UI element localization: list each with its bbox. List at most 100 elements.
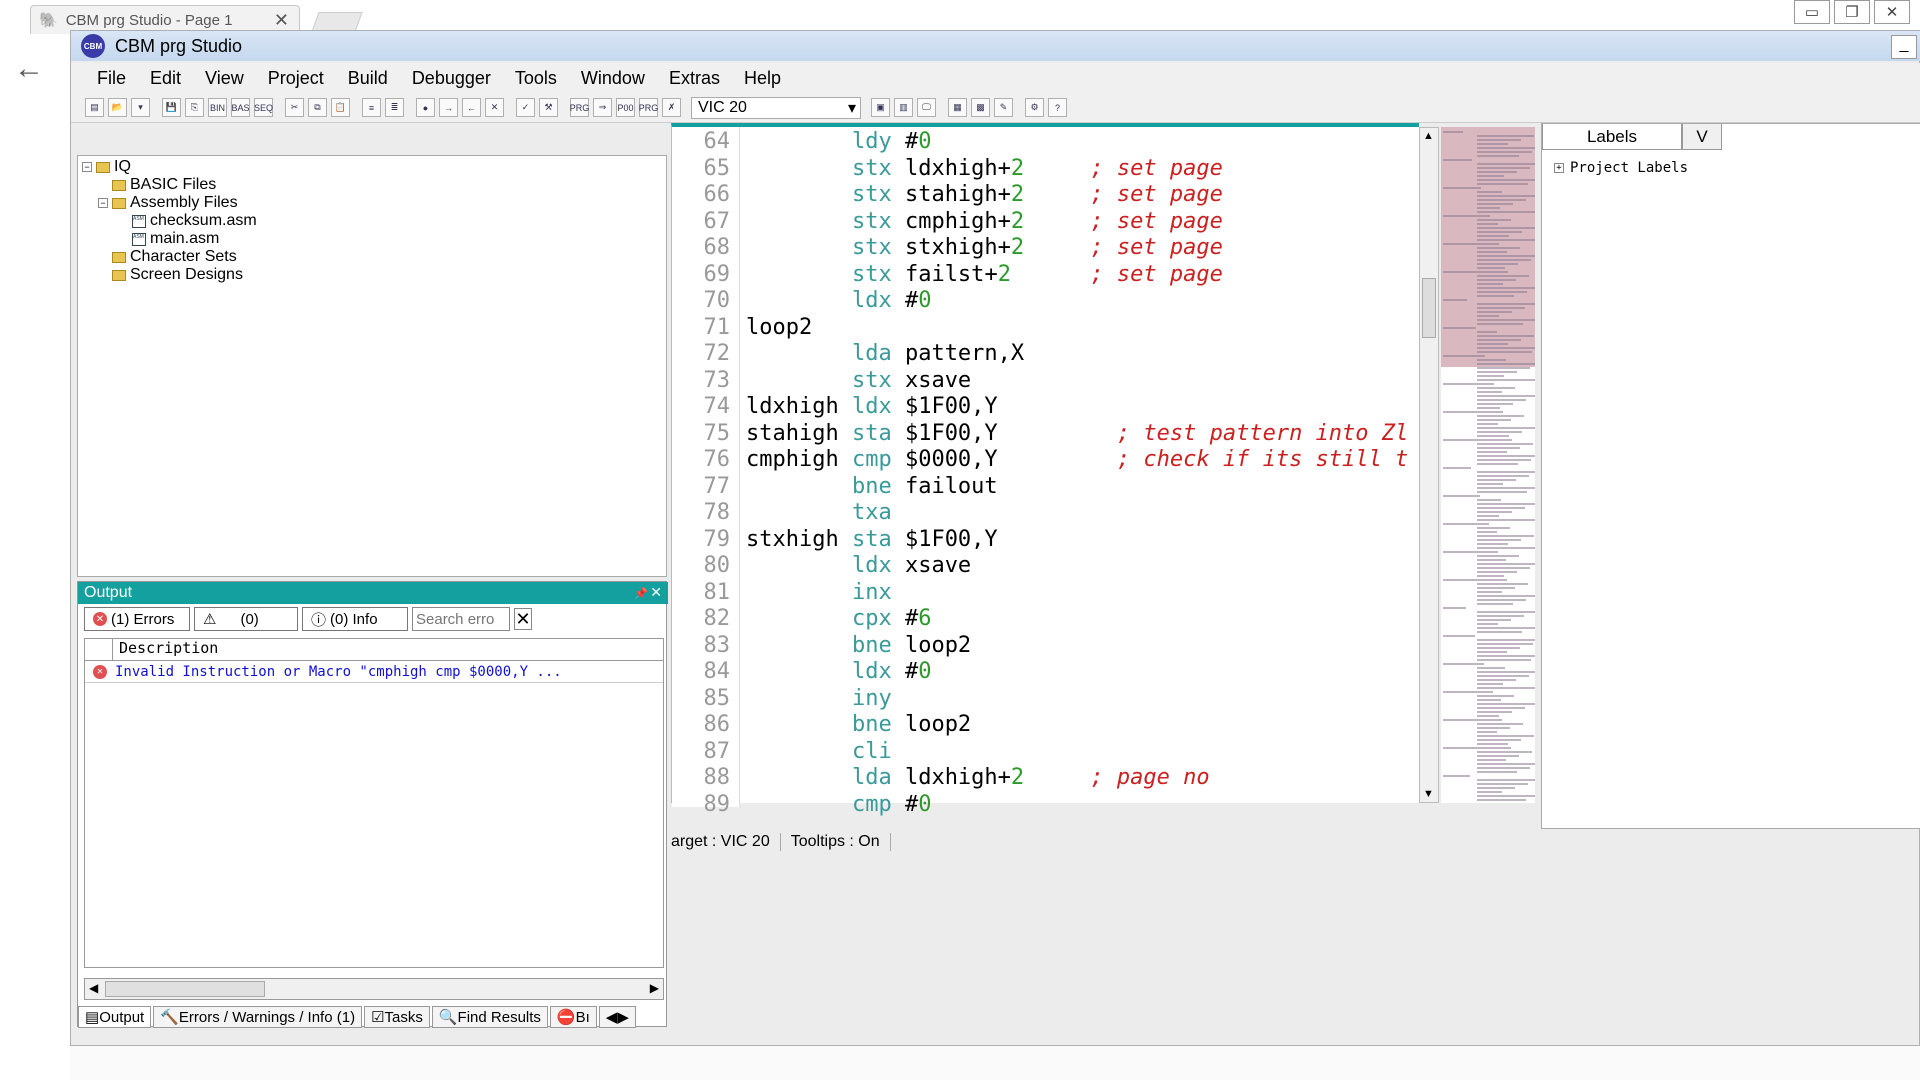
clear-search-icon[interactable]: ✕ [514,608,532,630]
code-line[interactable]: txa [746,500,905,525]
back-arrow-icon[interactable]: ← [14,52,44,86]
menu-debugger[interactable]: Debugger [412,68,491,89]
prg-icon[interactable]: PRG [570,98,589,117]
search-errors-input[interactable] [412,607,510,631]
bas-icon[interactable]: BAS [231,98,250,117]
expand-icon[interactable]: + [1554,163,1564,173]
code-minimap[interactable] [1441,127,1535,803]
info-filter-button[interactable]: ⓘ (0) Info [302,607,408,631]
menu-tools[interactable]: Tools [515,68,557,89]
tree-item-character-sets[interactable]: Character Sets [112,248,237,266]
menu-help[interactable]: Help [744,68,781,89]
grid-icon[interactable]: ▦ [948,98,967,117]
tab-find-results[interactable]: 🔍 Find Results [431,1006,548,1028]
code-line[interactable]: iny [746,686,905,711]
tree-item-screen-designs[interactable]: Screen Designs [112,266,243,284]
save-icon[interactable]: 💾 [162,98,181,117]
editor-scroll-thumb[interactable] [1422,278,1436,338]
tab-left-icon[interactable]: ◀ [606,1008,618,1026]
horizontal-scrollbar[interactable]: ◀ ▶ [84,978,664,1000]
prg2-icon[interactable]: PRG [639,98,658,117]
code-line[interactable]: bne loop2 [746,633,971,658]
menu-window[interactable]: Window [581,68,645,89]
new-tab-button[interactable] [311,12,363,32]
save-all-icon[interactable]: ⎘ [185,98,204,117]
code-line[interactable]: ldy #0 [746,129,931,154]
edit-icon[interactable]: ✎ [994,98,1013,117]
indent-icon[interactable]: ≡ [362,98,381,117]
code-line[interactable]: bne failout [746,474,998,499]
menu-project[interactable]: Project [268,68,324,89]
bookmark-icon[interactable]: ● [416,98,435,117]
description-header[interactable]: Description [113,639,218,660]
debug-icon[interactable]: ✗ [662,98,681,117]
window-icon[interactable]: ▣ [871,98,890,117]
bin-icon[interactable]: BIN [208,98,227,117]
collapse-icon[interactable]: − [98,198,108,208]
tab-breakpoints[interactable]: ⛔ Bı [549,1006,597,1028]
code-line[interactable]: inx [746,580,905,605]
code-line[interactable]: loop2 [746,315,852,340]
tab-errors-warnings-info[interactable]: 🔨 Errors / Warnings / Info (1) [153,1006,363,1028]
tab-tasks[interactable]: ☑ Tasks [364,1006,430,1028]
code-line[interactable]: bne loop2 [746,712,971,737]
code-line[interactable]: stx stahigh+2 ; set page [746,182,1223,207]
table-row[interactable]: ✕ Invalid Instruction or Macro "cmphigh … [85,661,663,683]
project-labels-node[interactable]: + Project Labels [1554,160,1688,176]
close-icon[interactable]: ✕ [650,584,662,601]
prg-run-icon[interactable]: ⇒ [593,98,612,117]
tree-item-main-asm[interactable]: ASM main.asm [132,230,219,248]
code-line[interactable]: stx stxhigh+2 ; set page [746,235,1223,260]
code-line[interactable]: stx failst+2 ; set page [746,262,1223,287]
open-folder-icon[interactable]: 📂 [108,98,127,117]
editor-vertical-scrollbar[interactable]: ▲ ▼ [1419,127,1439,803]
code-line[interactable]: cmphigh cmp $0000,Y ; check if its still… [746,447,1408,472]
tab-labels[interactable]: Labels [1542,124,1682,150]
menu-edit[interactable]: Edit [150,68,181,89]
restore-icon[interactable]: ❐ [1834,0,1870,24]
dropdown-icon[interactable]: ▾ [131,98,150,117]
tab-output[interactable]: ▤ Output [78,1006,152,1028]
minimize-icon[interactable]: ▭ [1794,0,1830,24]
scroll-thumb[interactable] [105,981,265,997]
menu-build[interactable]: Build [348,68,388,89]
errors-filter-button[interactable]: ✕ (1) Errors [84,607,190,631]
code-line[interactable]: stxhigh sta $1F00,Y [746,527,998,552]
new-project-icon[interactable]: ▤ [85,98,104,117]
gear-icon[interactable]: ⚙ [1025,98,1044,117]
p00-icon[interactable]: P00 [616,98,635,117]
code-line[interactable]: cli [746,739,905,764]
code-line[interactable]: stahigh sta $1F00,Y ; test pattern into … [746,421,1408,446]
close-window-icon[interactable]: ✕ [1874,0,1910,24]
menu-file[interactable]: File [97,68,126,89]
code-line[interactable]: cmp #0 [746,792,931,817]
seq-icon[interactable]: SEQ [254,98,273,117]
code-line[interactable]: stx cmphigh+2 ; set page [746,209,1223,234]
code-line[interactable]: ldx #0 [746,659,931,684]
scroll-right-icon[interactable]: ▶ [650,981,659,995]
code-line[interactable]: cpx #6 [746,606,931,631]
pin-icon[interactable]: 📌 [634,587,648,600]
scroll-down-icon[interactable]: ▼ [1423,788,1434,800]
code-line[interactable]: lda pattern,X [746,341,1024,366]
code-line[interactable]: ldx xsave [746,553,971,578]
code-editor[interactable]: 64 65 66 67 68 69 70 71 72 73 74 75 76 77 78 79 80 81 82 83… [671,123,1419,817]
monitor-icon[interactable]: 🖵 [917,98,936,117]
code-line[interactable]: ldx #0 [746,288,931,313]
cut-icon[interactable]: ✂ [285,98,304,117]
tab-right-icon[interactable]: ▶ [617,1008,629,1026]
tree-root[interactable]: − IQ [82,158,131,176]
tab-scroll[interactable]: ◀ ▶ [598,1006,636,1028]
close-icon[interactable]: ✕ [274,10,289,31]
paste-icon[interactable]: 📋 [331,98,350,117]
target-select[interactable]: VIC 20 ▾ [691,96,861,119]
tree-item-assembly-files[interactable]: − Assembly Files [98,194,238,212]
tree-item-checksum-asm[interactable]: ASM checksum.asm [132,212,257,230]
outdent-icon[interactable]: ≣ [385,98,404,117]
app-minimize-button[interactable]: _ [1891,35,1917,59]
menu-view[interactable]: View [205,68,244,89]
panel-icon[interactable]: ▥ [894,98,913,117]
menu-extras[interactable]: Extras [669,68,720,89]
scroll-left-icon[interactable]: ◀ [89,981,98,995]
build-icon[interactable]: ⚒ [539,98,558,117]
